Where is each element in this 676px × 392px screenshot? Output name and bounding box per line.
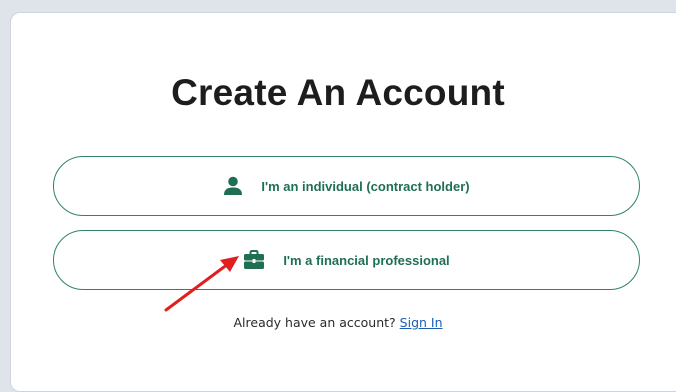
individual-option-label: I'm an individual (contract holder) — [261, 178, 470, 194]
financial-professional-option-label: I'm a financial professional — [283, 252, 450, 268]
page-title: Create An Account — [171, 72, 505, 113]
briefcase-icon — [243, 250, 265, 270]
sign-in-link[interactable]: Sign In — [400, 315, 443, 330]
page-background: Create An Account I'm an individual (con… — [0, 0, 676, 392]
financial-professional-option-button[interactable]: I'm a financial professional — [53, 230, 640, 290]
annotation-arrow-icon — [164, 256, 239, 312]
signin-row: Already have an account? Sign In — [0, 315, 676, 330]
signin-prompt: Already have an account? — [233, 315, 396, 330]
individual-option-button[interactable]: I'm an individual (contract holder) — [53, 156, 640, 216]
person-icon — [223, 176, 243, 196]
